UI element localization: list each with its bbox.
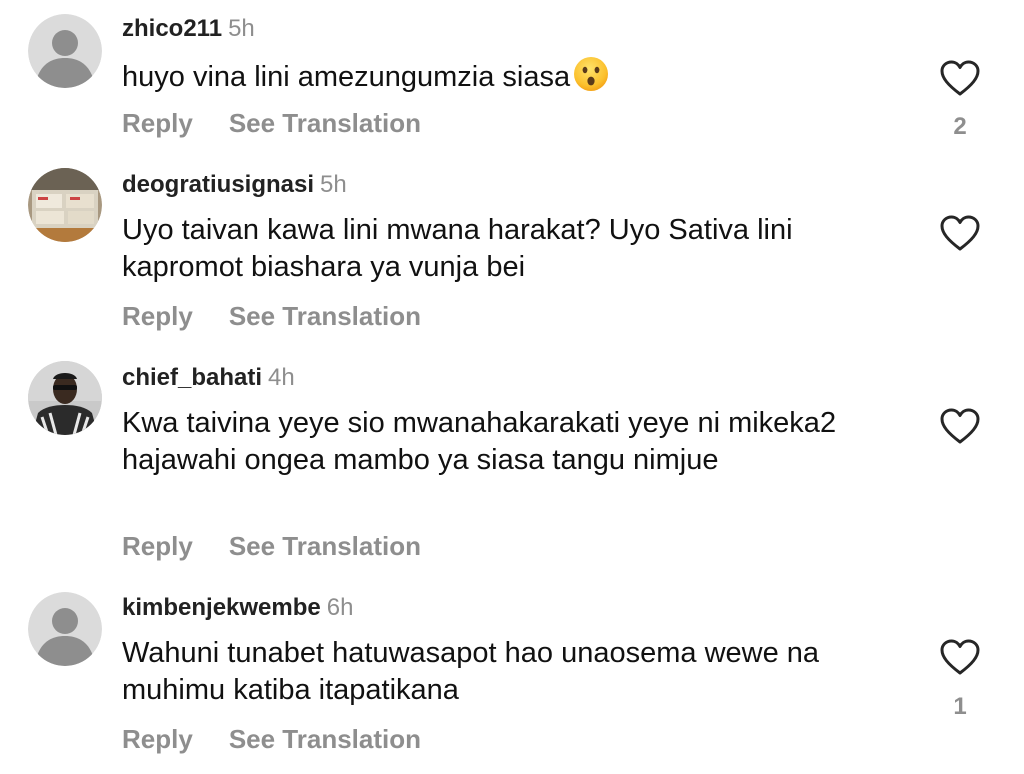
like-count: 1 bbox=[953, 693, 967, 720]
username[interactable]: kimbenjekwembe bbox=[122, 594, 321, 621]
comment-text: Wahuni tunabet hatuwasapot hao unaosema … bbox=[122, 637, 820, 706]
timestamp: 6h bbox=[326, 594, 354, 621]
comment-actions: Reply See Translation bbox=[122, 724, 421, 754]
comment-item: kimbenjekwembe 6h Wahuni tunabet hatuwasa… bbox=[0, 0, 1024, 774]
comment-meta: kimbenjekwembe 6h bbox=[122, 593, 353, 623]
see-translation-button[interactable]: See Translation bbox=[229, 724, 421, 754]
like-button[interactable] bbox=[938, 637, 982, 677]
reply-button[interactable]: Reply bbox=[122, 724, 193, 754]
avatar[interactable] bbox=[28, 592, 102, 666]
person-silhouette-icon bbox=[28, 592, 102, 666]
heart-outline-icon bbox=[940, 639, 980, 675]
